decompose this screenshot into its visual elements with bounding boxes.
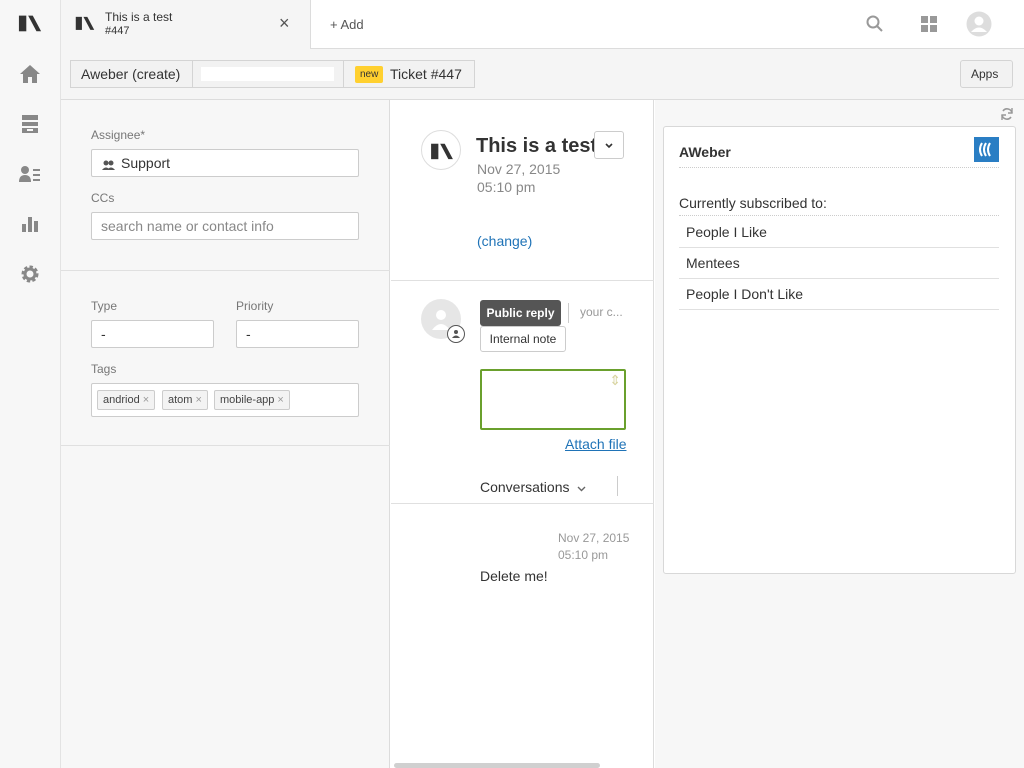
ticket-date: Nov 27, 2015	[477, 161, 561, 177]
ccs-input[interactable]: search name or contact info	[91, 212, 359, 240]
remove-tag-icon: ×	[142, 394, 150, 406]
conversations-filter[interactable]: Conversations	[480, 479, 586, 495]
group-icon	[102, 152, 115, 178]
expand-icon[interactable]: ⇕	[609, 372, 621, 389]
reply-textarea[interactable]: ⇕	[480, 369, 626, 430]
ticket-title: This is a test	[476, 135, 598, 157]
comment-time: 05:10 pm	[558, 548, 609, 562]
list-item: People I Like	[679, 217, 999, 248]
status-badge: new	[355, 66, 384, 83]
views-icon[interactable]	[18, 112, 42, 136]
ccs-label: CCs	[91, 191, 115, 205]
customers-icon[interactable]	[18, 162, 42, 186]
comment-body: Delete me!	[480, 568, 548, 584]
section-divider	[61, 270, 390, 271]
main-nav	[0, 0, 61, 768]
breadcrumb-blank[interactable]	[192, 60, 344, 88]
comment-date: Nov 27, 2015	[558, 531, 630, 545]
user-avatar-icon[interactable]	[966, 11, 992, 40]
admin-gear-icon[interactable]	[18, 262, 42, 286]
internal-note-button[interactable]: Internal note	[480, 326, 566, 352]
home-icon[interactable]	[18, 62, 42, 86]
assignee-field[interactable]: Support	[91, 149, 359, 177]
list-item: Mentees	[679, 248, 999, 279]
change-link[interactable]: (change)	[477, 233, 532, 249]
app-title: AWeber	[679, 144, 731, 160]
public-reply-button[interactable]: Public reply	[480, 300, 561, 326]
subscribed-label: Currently subscribed to:	[679, 195, 827, 211]
section-divider	[391, 280, 654, 281]
priority-label: Priority	[236, 299, 274, 313]
aweber-logo-icon	[974, 137, 999, 162]
aweber-app-card: AWeber Currently subscribed to: People I…	[663, 126, 1016, 574]
ticket-label: Ticket #447	[390, 66, 462, 82]
remove-tag-icon: ×	[195, 394, 202, 406]
apps-pane: AWeber Currently subscribed to: People I…	[655, 100, 1024, 768]
remove-tag-icon: ×	[277, 394, 284, 406]
apps-button[interactable]: Apps	[960, 60, 1013, 88]
horizontal-scrollbar[interactable]	[394, 763, 600, 768]
requester-avatar	[421, 130, 461, 170]
divider	[568, 303, 569, 323]
list-item: People I Don't Like	[679, 279, 999, 310]
ticket-tab[interactable]: This is a test #447 ×	[61, 0, 311, 49]
apps-grid-icon[interactable]	[921, 16, 937, 35]
ticket-options-button[interactable]	[594, 131, 624, 159]
type-label: Type	[91, 299, 118, 313]
chevron-down-icon	[605, 137, 613, 152]
priority-select[interactable]: -	[236, 320, 359, 348]
reporting-icon[interactable]	[18, 212, 42, 236]
breadcrumb-app[interactable]: Aweber (create)	[70, 60, 193, 88]
tags-label: Tags	[91, 362, 117, 376]
breadcrumb-bar: Aweber (create) new Ticket #447 Apps	[61, 49, 1024, 100]
list-divider	[679, 215, 999, 216]
section-divider	[61, 445, 390, 446]
close-tab-icon[interactable]: ×	[279, 13, 290, 34]
assignee-label: Assignee*	[91, 128, 146, 142]
conversation-pane: This is a test Nov 27, 2015 05:10 pm (ch…	[391, 100, 654, 768]
ticket-time: 05:10 pm	[477, 179, 536, 195]
assignee-value: Support	[121, 155, 171, 171]
section-divider	[391, 503, 654, 504]
top-bar: This is a test #447 × + Add	[61, 0, 1024, 49]
tab-title: This is a test	[105, 10, 173, 24]
type-select[interactable]: -	[91, 320, 214, 348]
ticket-tab-icon	[75, 14, 95, 35]
tag-chip[interactable]: mobile-app ×	[214, 390, 290, 410]
your-comment-label: your c...	[580, 305, 623, 319]
tags-field[interactable]: andriod × atom × mobile-app ×	[91, 383, 359, 417]
zendesk-logo-icon[interactable]	[18, 11, 42, 35]
attach-file-link[interactable]: Attach file	[565, 436, 626, 452]
agent-avatar	[421, 299, 465, 343]
search-icon[interactable]	[866, 15, 884, 36]
title-divider	[679, 167, 999, 168]
breadcrumb-blank-field	[201, 67, 334, 81]
tag-chip[interactable]: andriod ×	[97, 390, 156, 410]
tag-chip[interactable]: atom ×	[162, 390, 208, 410]
divider	[617, 476, 618, 496]
ticket-properties-pane: Assignee* Support CCs search name or con…	[61, 100, 390, 768]
tab-subtitle: #447	[105, 25, 130, 37]
refresh-icon[interactable]	[1000, 107, 1014, 124]
chevron-down-icon	[577, 479, 586, 495]
agent-status-icon	[447, 325, 465, 343]
breadcrumb-ticket[interactable]: new Ticket #447	[343, 60, 475, 88]
add-tab-button[interactable]: + Add	[330, 17, 364, 32]
